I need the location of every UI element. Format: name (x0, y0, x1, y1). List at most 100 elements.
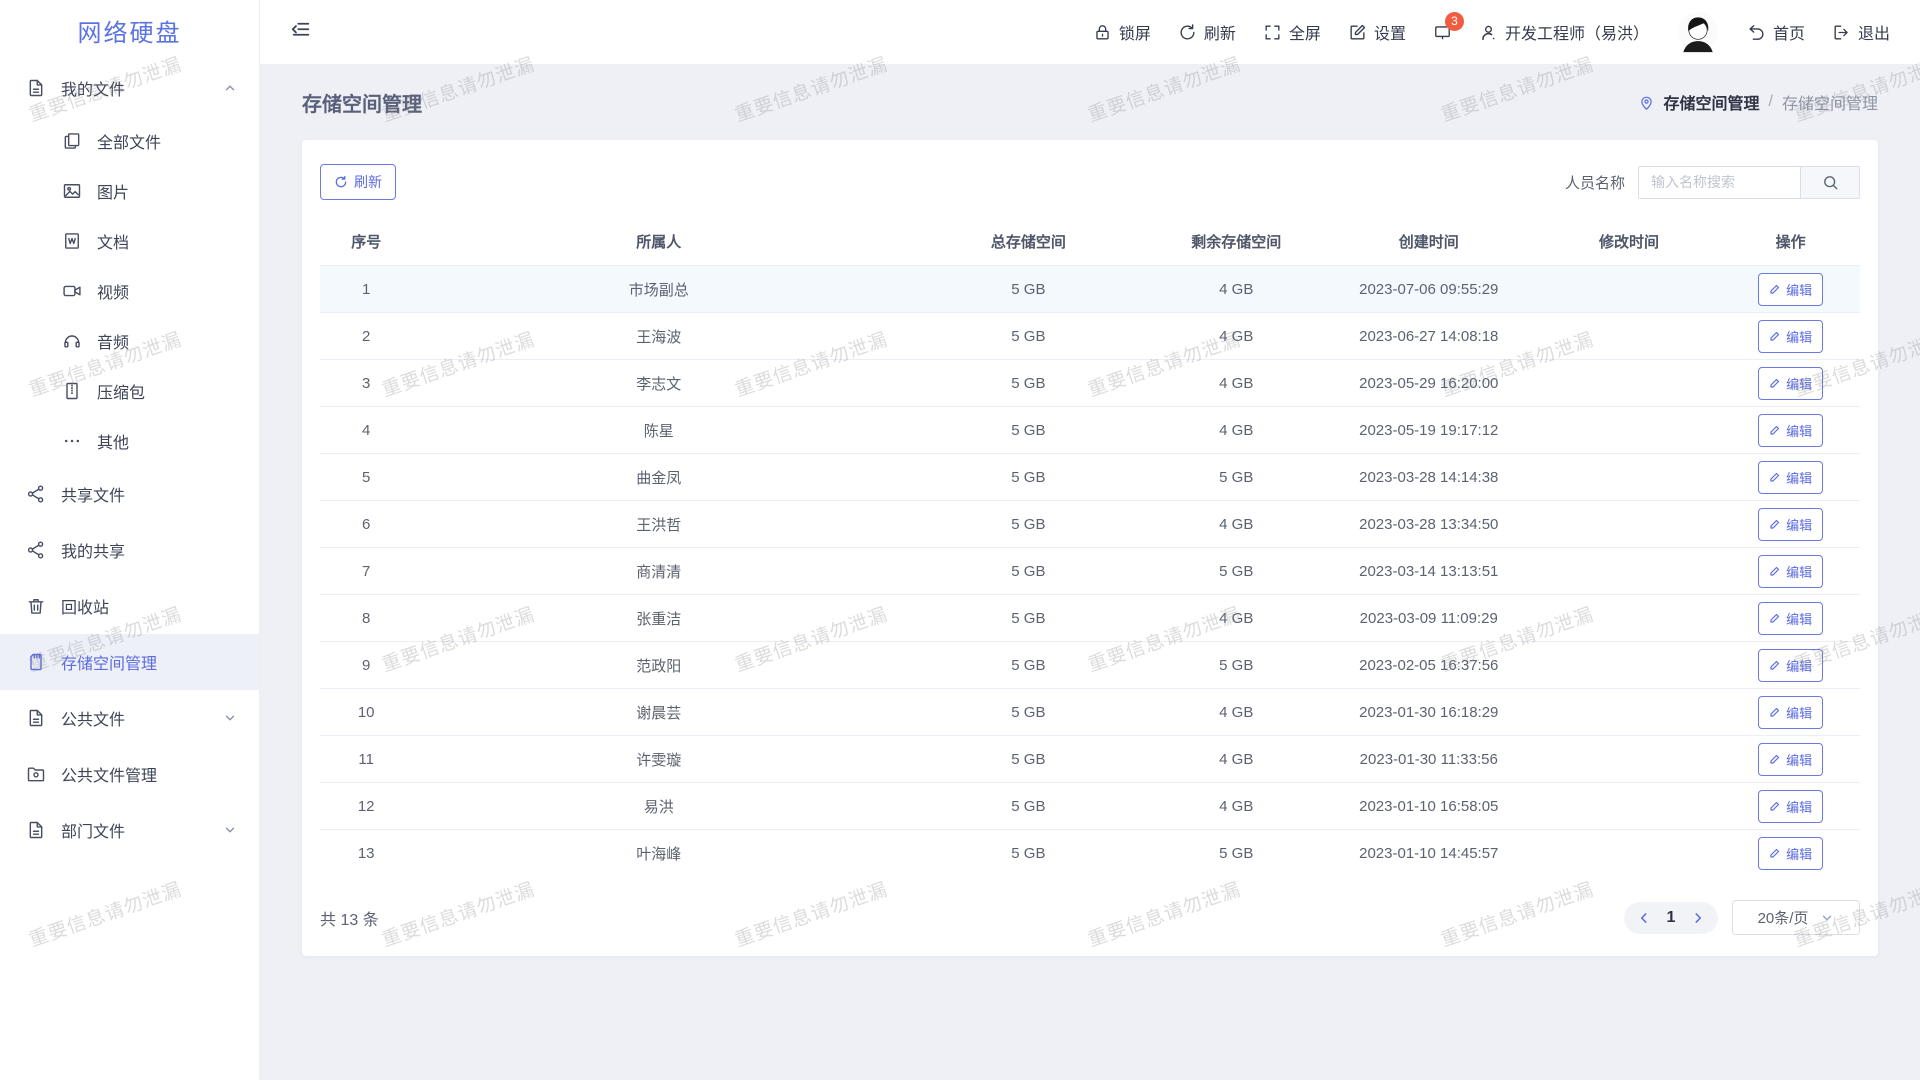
lock-icon (1093, 23, 1112, 42)
table-row: 4陈星5 GB4 GB2023-05-19 19:17:12编辑 (320, 407, 1860, 454)
refresh-icon (1178, 23, 1197, 42)
prev-page-button[interactable] (1630, 902, 1658, 934)
table-row: 7商清清5 GB5 GB2023-03-14 13:13:51编辑 (320, 548, 1860, 595)
folder-manage-icon (26, 764, 46, 784)
sidebar-item-label: 我的共享 (61, 538, 125, 562)
sidebar-item-label: 压缩包 (97, 379, 145, 403)
sidebar-fold-icon[interactable] (290, 21, 312, 43)
edit-button[interactable]: 编辑 (1758, 602, 1823, 635)
sidebar-item-label: 全部文件 (97, 129, 161, 153)
sidebar-item-label: 存储空间管理 (61, 650, 157, 674)
page-size-select[interactable]: 20条/页 (1732, 900, 1860, 935)
next-page-button[interactable] (1684, 902, 1712, 934)
col-header-owner: 所属人 (412, 218, 905, 266)
sidebar-item-archives[interactable]: 压缩包 (0, 366, 259, 416)
file-icon (26, 708, 46, 728)
table-row: 10谢晨芸5 GB4 GB2023-01-30 16:18:29编辑 (320, 689, 1860, 736)
edit-button[interactable]: 编辑 (1758, 320, 1823, 353)
edit-button[interactable]: 编辑 (1758, 367, 1823, 400)
chevron-right-icon (1691, 911, 1705, 925)
edit-button[interactable]: 编辑 (1758, 649, 1823, 682)
sidebar-item-label: 公共文件 (61, 706, 125, 730)
chevron-left-icon (1637, 911, 1651, 925)
sidebar-item-label: 其他 (97, 429, 129, 453)
page-size-value: 20条/页 (1758, 907, 1809, 928)
user-menu[interactable]: 开发工程师（易洪） (1479, 20, 1649, 44)
dots-icon (62, 431, 82, 451)
app-logo: 网络硬盘 (0, 0, 259, 60)
pencil-icon (1769, 659, 1781, 671)
storage-icon (26, 652, 46, 672)
fullscreen-button[interactable]: 全屏 (1263, 20, 1321, 44)
sidebar-item-audio[interactable]: 音频 (0, 316, 259, 366)
pencil-icon (1769, 847, 1781, 859)
edit-button[interactable]: 编辑 (1758, 696, 1823, 729)
col-header-free: 剩余存储空间 (1152, 218, 1321, 266)
current-page[interactable]: 1 (1658, 909, 1684, 927)
image-icon (62, 181, 82, 201)
table-row: 13叶海峰5 GB5 GB2023-01-10 14:45:57编辑 (320, 830, 1860, 877)
edit-button[interactable]: 编辑 (1758, 461, 1823, 494)
edit-button[interactable]: 编辑 (1758, 743, 1823, 776)
document-icon (62, 231, 82, 251)
table-row: 3李志文5 GB4 GB2023-05-29 16:20:00编辑 (320, 360, 1860, 407)
edit-button[interactable]: 编辑 (1758, 790, 1823, 823)
col-header-modified: 修改时间 (1537, 218, 1722, 266)
breadcrumb-root[interactable]: 存储空间管理 (1664, 90, 1760, 114)
home-label: 首页 (1773, 20, 1805, 44)
sidebar-item-my-shares[interactable]: 我的共享 (0, 522, 259, 578)
sidebar-item-storage-management[interactable]: 存储空间管理 (0, 634, 259, 690)
table-row: 5曲金凤5 GB5 GB2023-03-28 14:14:38编辑 (320, 454, 1860, 501)
notification-button[interactable]: 3 (1433, 23, 1452, 42)
edit-button[interactable]: 编辑 (1758, 414, 1823, 447)
pencil-icon (1769, 565, 1781, 577)
main-area: 锁屏 刷新 全屏 设置 3 开发工程师（易洪） (260, 0, 1920, 1080)
sidebar-item-public-files-management[interactable]: 公共文件管理 (0, 746, 259, 802)
search-label: 人员名称 (1565, 172, 1625, 193)
sidebar-item-shared-files[interactable]: 共享文件 (0, 466, 259, 522)
search-input[interactable] (1638, 166, 1800, 199)
sidebar-item-other[interactable]: 其他 (0, 416, 259, 466)
sidebar-item-department-files[interactable]: 部门文件 (0, 802, 259, 858)
sidebar-item-label: 音频 (97, 329, 129, 353)
edit-button[interactable]: 编辑 (1758, 508, 1823, 541)
page-title: 存储空间管理 (302, 88, 422, 117)
sidebar-item-label: 文档 (97, 229, 129, 253)
table-refresh-label: 刷新 (354, 172, 382, 192)
table-refresh-button[interactable]: 刷新 (320, 164, 396, 200)
sidebar-item-images[interactable]: 图片 (0, 166, 259, 216)
table-row: 8张重洁5 GB4 GB2023-03-09 11:09:29编辑 (320, 595, 1860, 642)
table-row: 12易洪5 GB4 GB2023-01-10 16:58:05编辑 (320, 783, 1860, 830)
search-button[interactable] (1800, 166, 1860, 199)
chevron-down-icon (1820, 911, 1834, 925)
chevron-up-icon (223, 81, 237, 95)
sidebar-item-public-files[interactable]: 公共文件 (0, 690, 259, 746)
sidebar-item-recycle-bin[interactable]: 回收站 (0, 578, 259, 634)
avatar[interactable] (1676, 10, 1720, 54)
sidebar-item-label: 我的文件 (61, 76, 125, 100)
table-row: 9范政阳5 GB5 GB2023-02-05 16:37:56编辑 (320, 642, 1860, 689)
lock-screen-button[interactable]: 锁屏 (1093, 20, 1151, 44)
sidebar-item-my-files[interactable]: 我的文件 (0, 60, 259, 116)
breadcrumb-separator: / (1769, 93, 1773, 111)
fullscreen-label: 全屏 (1289, 20, 1321, 44)
edit-button[interactable]: 编辑 (1758, 555, 1823, 588)
sidebar-item-videos[interactable]: 视频 (0, 266, 259, 316)
pencil-icon (1769, 424, 1781, 436)
sidebar-item-all-files[interactable]: 全部文件 (0, 116, 259, 166)
settings-button[interactable]: 设置 (1348, 20, 1406, 44)
search-icon (1821, 173, 1840, 192)
col-header-created: 创建时间 (1321, 218, 1537, 266)
chevron-down-icon (223, 823, 237, 837)
sidebar-item-label: 共享文件 (61, 482, 125, 506)
pagination: 1 20条/页 (1624, 900, 1860, 935)
logout-button[interactable]: 退出 (1832, 20, 1890, 44)
edit-button[interactable]: 编辑 (1758, 273, 1823, 306)
sidebar-item-documents[interactable]: 文档 (0, 216, 259, 266)
refresh-button[interactable]: 刷新 (1178, 20, 1236, 44)
share-icon (26, 540, 46, 560)
file-icon (26, 820, 46, 840)
home-button[interactable]: 首页 (1747, 20, 1805, 44)
edit-button[interactable]: 编辑 (1758, 837, 1823, 870)
user-name-label: 开发工程师（易洪） (1505, 20, 1649, 44)
